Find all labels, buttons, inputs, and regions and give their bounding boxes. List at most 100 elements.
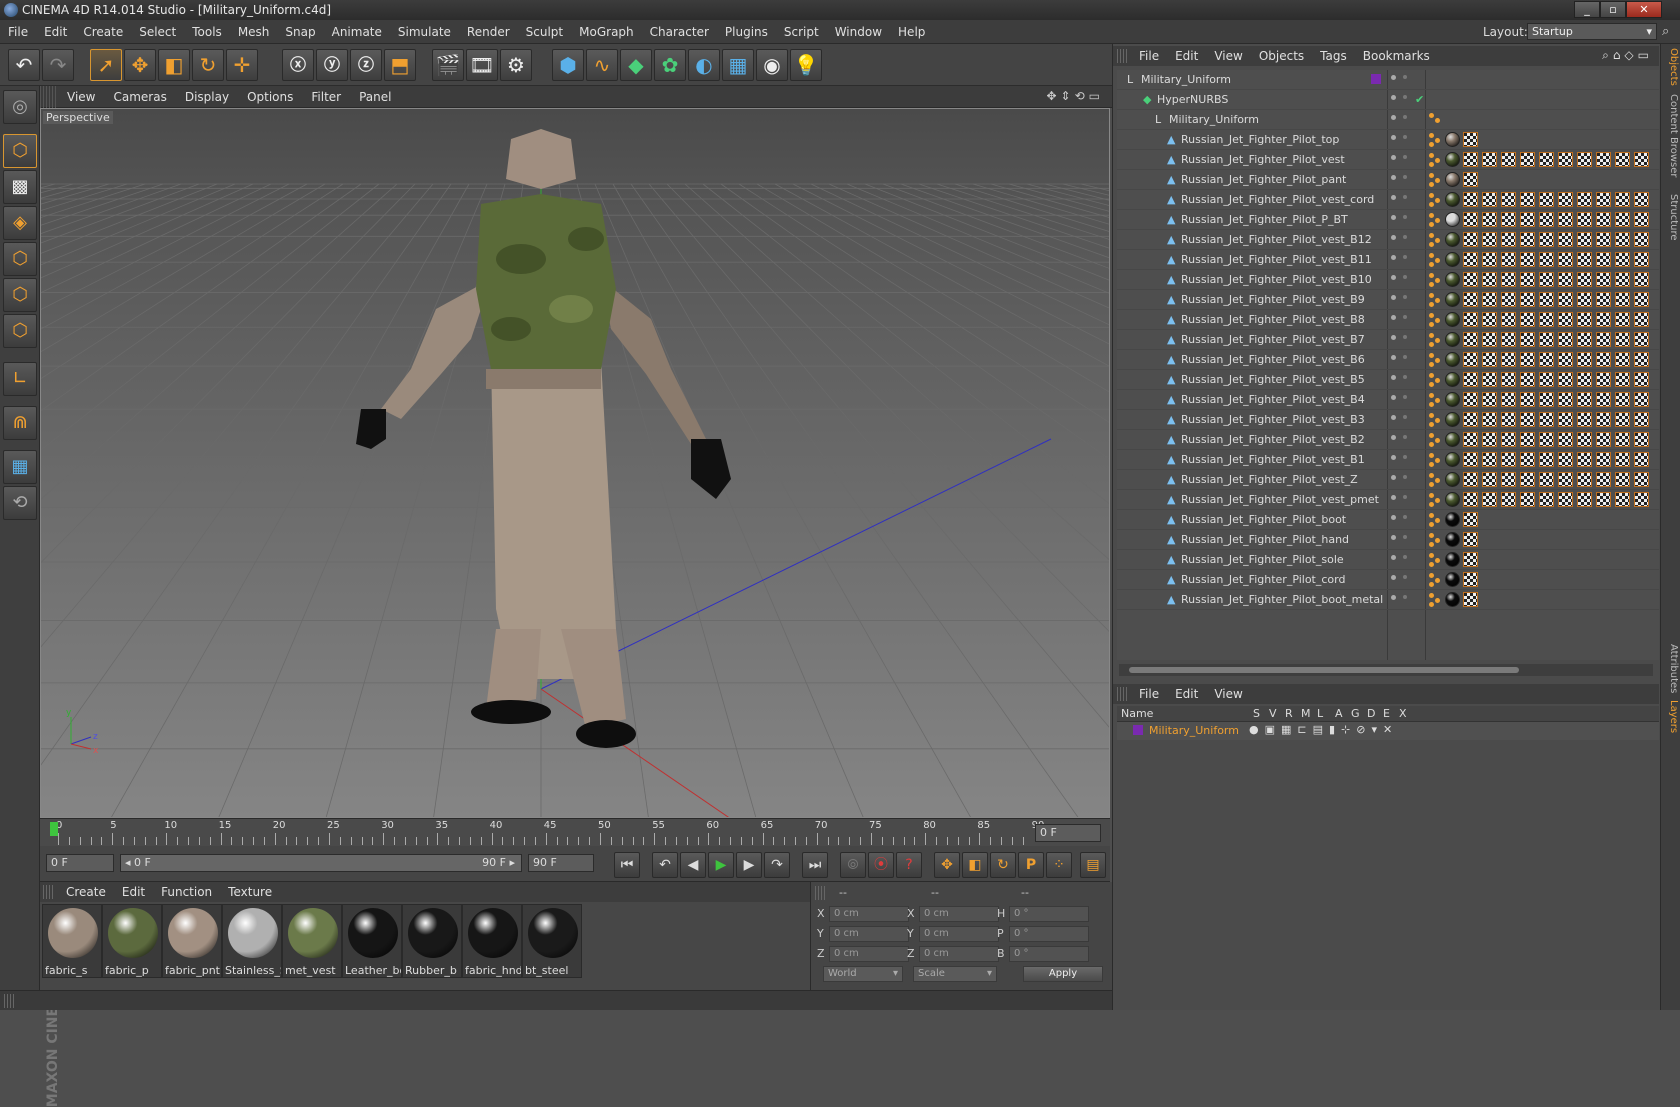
visibility-editor-dot[interactable]	[1391, 255, 1396, 260]
object-row[interactable]: ▲ Russian_Jet_Fighter_Pilot_vest	[1117, 150, 1659, 170]
object-name[interactable]: Military_Uniform	[1141, 70, 1231, 89]
uvw-tag-icon[interactable]	[1596, 452, 1611, 467]
visibility-editor-dot[interactable]	[1391, 295, 1396, 300]
material-tag-icon[interactable]	[1445, 232, 1460, 247]
object-row[interactable]: ▲ Russian_Jet_Fighter_Pilot_vest_B8	[1117, 310, 1659, 330]
object-menu-file[interactable]: File	[1131, 46, 1167, 66]
visibility-editor-dot[interactable]	[1391, 135, 1396, 140]
side-tab-structure[interactable]: Structure	[1663, 194, 1679, 241]
uvw-tag-icon[interactable]	[1482, 252, 1497, 267]
texture-tag-icon[interactable]	[1429, 133, 1443, 147]
move-tool-button[interactable]: ✥	[124, 49, 156, 81]
material-tag-icon[interactable]	[1445, 312, 1460, 327]
record-keys-button[interactable]: ⦾	[840, 852, 866, 878]
visibility-render-dot[interactable]	[1403, 155, 1407, 159]
object-row[interactable]: ▲ Russian_Jet_Fighter_Pilot_vest_B4	[1117, 390, 1659, 410]
uvw-tag-icon[interactable]	[1577, 352, 1592, 367]
object-name[interactable]: Military_Uniform	[1169, 110, 1259, 129]
uvw-tag-icon[interactable]	[1558, 352, 1573, 367]
uvw-tag-icon[interactable]	[1463, 252, 1478, 267]
object-row[interactable]: ▲ Russian_Jet_Fighter_Pilot_top	[1117, 130, 1659, 150]
material-swatch[interactable]: Rubber_b	[402, 904, 462, 978]
visibility-editor-dot[interactable]	[1391, 175, 1396, 180]
keyframe-selection-button[interactable]: ?	[896, 852, 922, 878]
uvw-tag-icon[interactable]	[1596, 232, 1611, 247]
z-axis-lock-button[interactable]: ⓩ	[350, 49, 382, 81]
layer-column-header[interactable]: E	[1383, 707, 1390, 720]
object-row[interactable]: ▲ Russian_Jet_Fighter_Pilot_vest_B1	[1117, 450, 1659, 470]
uvw-tag-icon[interactable]	[1463, 452, 1478, 467]
texture-mode-button[interactable]: ▩	[3, 170, 37, 204]
uvw-tag-icon[interactable]	[1615, 472, 1630, 487]
uvw-tag-icon[interactable]	[1501, 192, 1516, 207]
viewport-menu-filter[interactable]: Filter	[302, 86, 350, 108]
uvw-tag-icon[interactable]	[1520, 492, 1535, 507]
object-row[interactable]: ▲ Russian_Jet_Fighter_Pilot_vest_B10	[1117, 270, 1659, 290]
uvw-tag-icon[interactable]	[1577, 152, 1592, 167]
visibility-render-dot[interactable]	[1403, 495, 1407, 499]
object-name[interactable]: Russian_Jet_Fighter_Pilot_vest_B12	[1181, 230, 1372, 249]
viewport-menu-options[interactable]: Options	[238, 86, 302, 108]
visibility-render-dot[interactable]	[1403, 75, 1407, 79]
object-row[interactable]: ▲ Russian_Jet_Fighter_Pilot_pant	[1117, 170, 1659, 190]
uvw-tag-icon[interactable]	[1463, 432, 1478, 447]
uvw-tag-icon[interactable]	[1615, 352, 1630, 367]
uvw-tag-icon[interactable]	[1634, 412, 1649, 427]
polygons-mode-button[interactable]: ⬡	[3, 314, 37, 348]
viewport-nav-icons[interactable]: ✥⇕⟲▭	[1046, 89, 1104, 103]
visibility-render-dot[interactable]	[1403, 235, 1407, 239]
visibility-editor-dot[interactable]	[1391, 215, 1396, 220]
uvw-tag-icon[interactable]	[1520, 452, 1535, 467]
points-mode-button[interactable]: ⬡	[3, 242, 37, 276]
key-position-button[interactable]: ✥	[934, 852, 960, 878]
texture-tag-icon[interactable]	[1429, 493, 1443, 507]
texture-tag-icon[interactable]	[1429, 413, 1443, 427]
texture-tag-icon[interactable]	[1429, 453, 1443, 467]
uvw-tag-icon[interactable]	[1615, 332, 1630, 347]
play-button[interactable]: ▶	[708, 852, 734, 878]
uvw-tag-icon[interactable]	[1501, 472, 1516, 487]
next-frame-button[interactable]: ▶	[736, 852, 762, 878]
layer-menu-view[interactable]: View	[1206, 684, 1250, 704]
texture-tag-icon[interactable]	[1429, 393, 1443, 407]
render-picture-viewer-button[interactable]: 🎞	[466, 49, 498, 81]
visibility-render-dot[interactable]	[1403, 355, 1407, 359]
side-tab-layers[interactable]: Layers	[1663, 700, 1679, 733]
uvw-tag-icon[interactable]	[1558, 452, 1573, 467]
uvw-tag-icon[interactable]	[1520, 252, 1535, 267]
uvw-tag-icon[interactable]	[1539, 212, 1554, 227]
timeline-window-button[interactable]: ▤	[1080, 852, 1106, 878]
object-name[interactable]: Russian_Jet_Fighter_Pilot_P_BT	[1181, 210, 1348, 229]
uvw-tag-icon[interactable]	[1463, 372, 1478, 387]
uvw-tag-icon[interactable]	[1577, 212, 1592, 227]
minimize-button[interactable]: _	[1574, 1, 1600, 18]
coordinate-mode-dropdown[interactable]: World ▾	[823, 966, 903, 982]
material-tag-icon[interactable]	[1445, 412, 1460, 427]
uvw-tag-icon[interactable]	[1577, 392, 1592, 407]
uvw-tag-icon[interactable]	[1615, 452, 1630, 467]
coordinate-system-button[interactable]: ⬒	[384, 49, 416, 81]
object-row-root[interactable]: L Military_Uniform	[1117, 70, 1659, 90]
object-name[interactable]: Russian_Jet_Fighter_Pilot_vest_B10	[1181, 270, 1372, 289]
layer-column-header[interactable]: V	[1269, 707, 1277, 720]
menu-window[interactable]: Window	[827, 20, 890, 44]
object-name[interactable]: Russian_Jet_Fighter_Pilot_sole	[1181, 550, 1344, 569]
uvw-tag-icon[interactable]	[1577, 332, 1592, 347]
visibility-render-dot[interactable]	[1403, 575, 1407, 579]
uvw-tag-icon[interactable]	[1558, 192, 1573, 207]
object-row[interactable]: ▲ Russian_Jet_Fighter_Pilot_vest_B3	[1117, 410, 1659, 430]
uvw-tag-icon[interactable]	[1634, 472, 1649, 487]
visibility-editor-dot[interactable]	[1391, 535, 1396, 540]
uvw-tag-icon[interactable]	[1577, 192, 1592, 207]
uvw-tag-icon[interactable]	[1539, 292, 1554, 307]
live-selection-button[interactable]: ➚	[90, 49, 122, 81]
uvw-tag-icon[interactable]	[1539, 332, 1554, 347]
texture-tag-icon[interactable]	[1429, 213, 1443, 227]
close-button[interactable]: ✕	[1626, 1, 1662, 18]
uvw-tag-icon[interactable]	[1558, 492, 1573, 507]
uvw-tag-icon[interactable]	[1539, 412, 1554, 427]
workplane-mode-button[interactable]: ◈	[3, 206, 37, 240]
uvw-tag-icon[interactable]	[1463, 272, 1478, 287]
visibility-editor-dot[interactable]	[1391, 395, 1396, 400]
coord-field[interactable]: 0 cm	[829, 906, 909, 922]
